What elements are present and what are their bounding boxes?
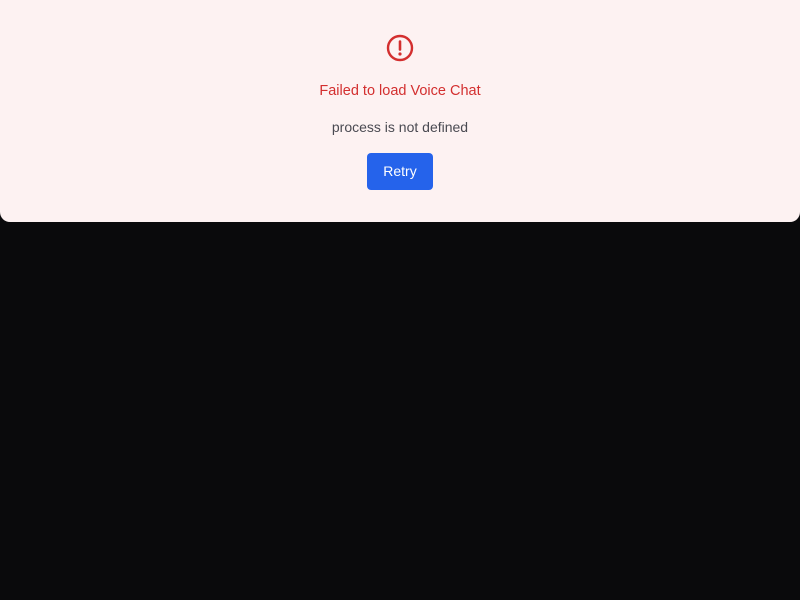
empty-content-area	[0, 222, 800, 600]
error-message: process is not defined	[331, 119, 469, 135]
error-panel: Failed to load Voice Chat process is not…	[0, 0, 800, 222]
retry-button[interactable]: Retry	[367, 153, 433, 190]
alert-circle-icon	[386, 34, 414, 62]
error-title: Failed to load Voice Chat	[319, 83, 481, 99]
